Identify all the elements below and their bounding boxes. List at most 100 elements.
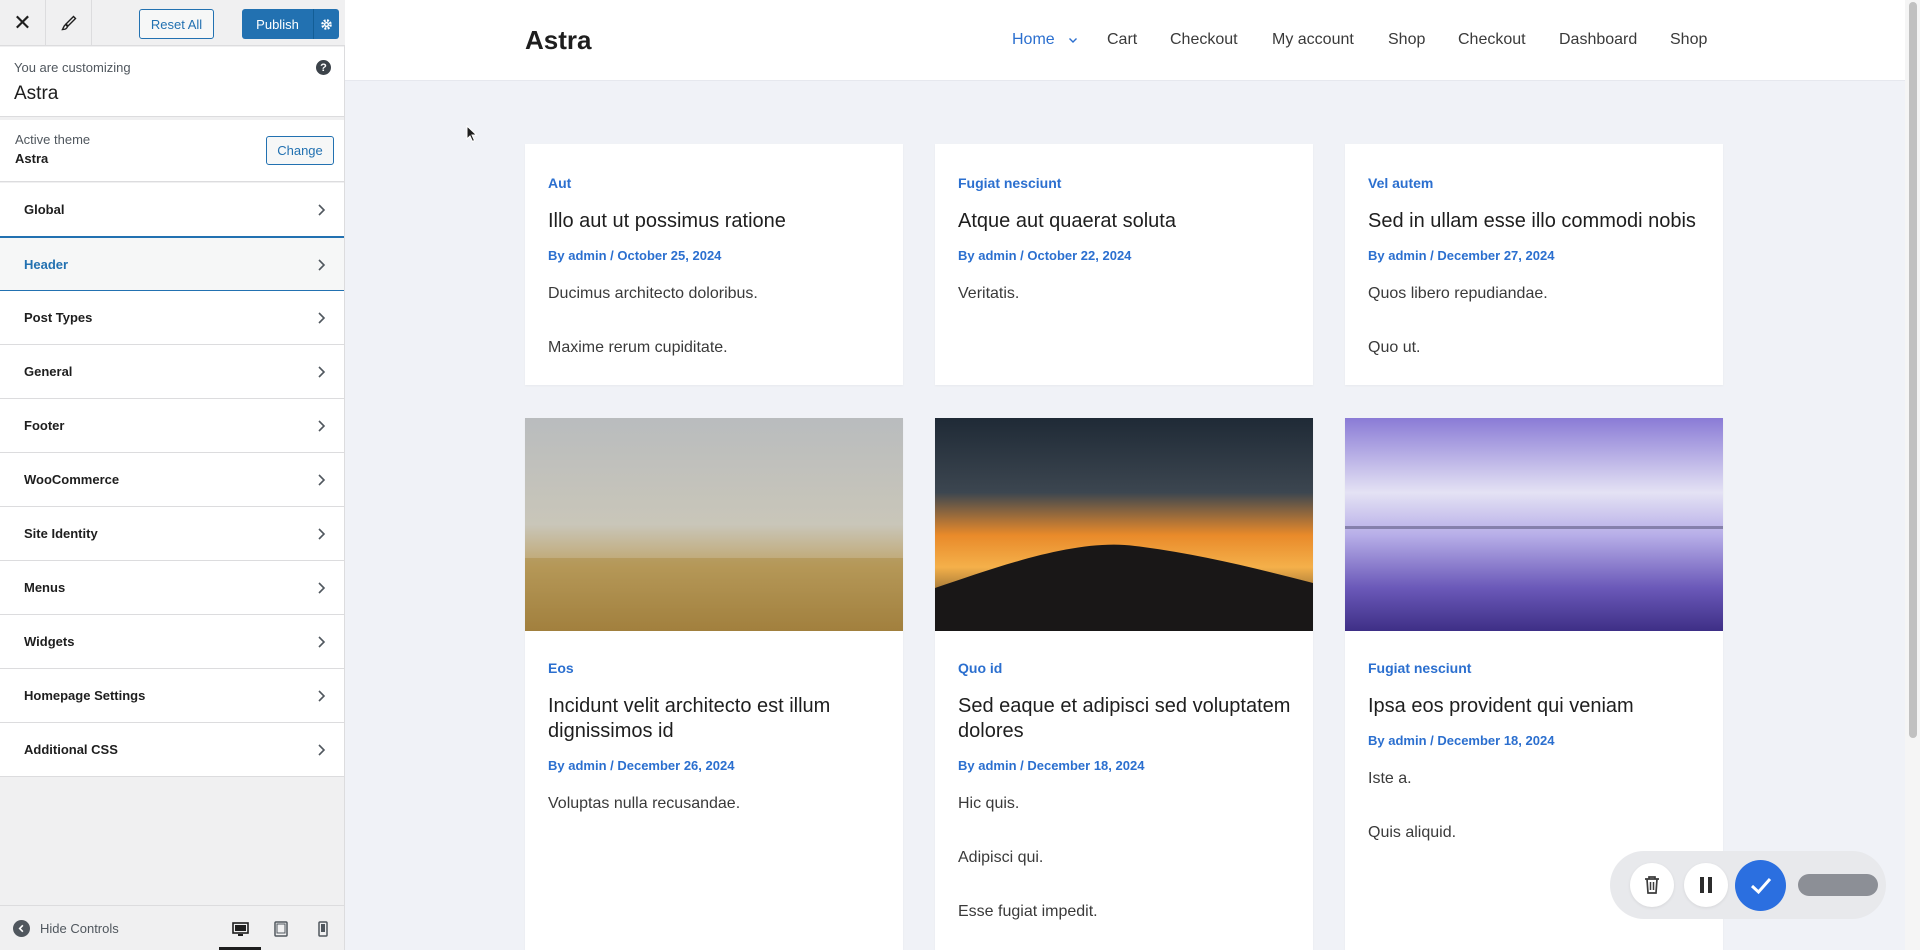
finish-recording-button[interactable] [1735, 860, 1786, 911]
post-excerpt: Esse fugiat impedit. [958, 903, 1098, 920]
nav-checkout-2[interactable]: Checkout [1458, 31, 1526, 49]
section-label: Footer [24, 418, 65, 433]
chevron-right-icon [318, 636, 326, 648]
help-icon[interactable]: ? [316, 60, 331, 75]
recording-controls [1610, 851, 1886, 919]
hide-controls-button[interactable]: Hide Controls [40, 921, 119, 936]
post-category[interactable]: Vel autem [1368, 175, 1433, 191]
post-thumbnail[interactable] [935, 418, 1313, 631]
preview-scrollbar[interactable] [1905, 0, 1920, 950]
post-excerpt: Maxime rerum cupiditate. [548, 339, 728, 356]
nav-cart[interactable]: Cart [1107, 31, 1137, 49]
post-meta[interactable]: By admin / October 22, 2024 [958, 248, 1131, 263]
nav-home[interactable]: Home [1012, 31, 1079, 49]
active-theme-name: Astra [15, 151, 49, 166]
chevron-right-icon [318, 744, 326, 756]
post-excerpt: Iste a. [1368, 770, 1412, 787]
section-general[interactable]: General [0, 345, 344, 399]
post-title[interactable]: Atque aut quaerat soluta [958, 209, 1298, 234]
post-meta[interactable]: By admin / December 18, 2024 [1368, 733, 1554, 748]
chevron-right-icon [318, 528, 326, 540]
section-additional-css[interactable]: Additional CSS [0, 723, 344, 777]
section-label: General [24, 364, 73, 379]
post-card: Fugiat nesciunt Atque aut quaerat soluta… [935, 144, 1313, 385]
site-title[interactable]: Astra [525, 25, 591, 56]
section-label: Site Identity [24, 526, 98, 541]
close-icon: ✕ [13, 10, 32, 35]
post-excerpt: Quos libero repudiandae. [1368, 285, 1548, 302]
publish-settings-button[interactable] [313, 9, 339, 39]
post-title[interactable]: Incidunt velit architecto est illum dign… [548, 694, 888, 744]
post-excerpt: Ducimus architecto doloribus. [548, 285, 758, 302]
post-excerpt: Veritatis. [958, 285, 1020, 302]
post-meta[interactable]: By admin / December 26, 2024 [548, 758, 734, 773]
section-menus[interactable]: Menus [0, 561, 344, 615]
post-thumbnail[interactable] [525, 418, 903, 631]
post-category[interactable]: Fugiat nesciunt [958, 175, 1061, 191]
section-woocommerce[interactable]: WooCommerce [0, 453, 344, 507]
nav-checkout[interactable]: Checkout [1170, 31, 1238, 49]
delete-recording-button[interactable] [1630, 863, 1674, 907]
theme-styles-button[interactable] [46, 0, 92, 46]
post-card: Aut Illo aut ut possimus ratione By admi… [525, 144, 903, 385]
chevron-down-icon [1069, 37, 1078, 43]
change-theme-button[interactable]: Change [266, 136, 334, 165]
section-label: WooCommerce [24, 472, 120, 487]
post-card: Quo id Sed eaque et adipisci sed volupta… [935, 418, 1313, 950]
nav-shop-2[interactable]: Shop [1670, 31, 1707, 49]
section-header[interactable]: Header [0, 237, 344, 291]
post-category[interactable]: Eos [548, 660, 574, 676]
section-widgets[interactable]: Widgets [0, 615, 344, 669]
section-label: Post Types [24, 310, 93, 325]
site-preview: Astra Home Cart Checkout My account Shop… [345, 0, 1920, 950]
section-site-identity[interactable]: Site Identity [0, 507, 344, 561]
nav-my-account[interactable]: My account [1272, 31, 1354, 49]
section-footer[interactable]: Footer [0, 399, 344, 453]
post-title[interactable]: Illo aut ut possimus ratione [548, 209, 888, 234]
pause-icon [1700, 877, 1712, 893]
tablet-preview-button[interactable] [270, 918, 292, 940]
post-category[interactable]: Quo id [958, 660, 1002, 676]
close-button[interactable]: ✕ [0, 0, 46, 46]
chevron-right-icon [318, 474, 326, 486]
section-global[interactable]: Global [0, 183, 344, 237]
section-homepage-settings[interactable]: Homepage Settings [0, 669, 344, 723]
section-label: Widgets [24, 634, 75, 649]
publish-button[interactable]: Publish [242, 9, 313, 39]
reset-all-button[interactable]: Reset All [139, 9, 214, 39]
post-meta[interactable]: By admin / October 25, 2024 [548, 248, 721, 263]
chevron-right-icon [318, 312, 326, 324]
nav-dashboard[interactable]: Dashboard [1559, 31, 1637, 49]
post-category[interactable]: Aut [548, 175, 571, 191]
post-category[interactable]: Fugiat nesciunt [1368, 660, 1471, 676]
mobile-preview-button[interactable] [312, 918, 334, 940]
section-label: Header [24, 257, 69, 272]
section-post-types[interactable]: Post Types [0, 291, 344, 345]
post-thumbnail[interactable] [1345, 418, 1723, 631]
post-excerpt: Quis aliquid. [1368, 824, 1457, 841]
nav-label: Home [1012, 31, 1055, 48]
post-excerpt: Quo ut. [1368, 339, 1421, 356]
section-label: Menus [24, 580, 66, 595]
section-label: Homepage Settings [24, 688, 146, 703]
post-meta[interactable]: By admin / December 18, 2024 [958, 758, 1144, 773]
post-meta[interactable]: By admin / December 27, 2024 [1368, 248, 1554, 263]
active-theme-label: Active theme [15, 132, 91, 147]
post-excerpt: Hic quis. [958, 795, 1020, 812]
tablet-icon [274, 921, 288, 937]
customizing-label: You are customizing [14, 60, 131, 75]
arrow-left-icon [18, 924, 24, 933]
post-excerpt: Adipisci qui. [958, 849, 1044, 866]
post-title[interactable]: Sed eaque et adipisci sed voluptatem dol… [958, 694, 1298, 744]
customizer-topbar: ✕ Reset All Publish [0, 0, 345, 46]
post-card: Eos Incidunt velit architecto est illum … [525, 418, 903, 950]
post-title[interactable]: Sed in ullam esse illo commodi nobis [1368, 209, 1708, 234]
hide-controls-icon[interactable] [13, 920, 30, 937]
active-theme-panel: Active theme Astra Change [0, 120, 344, 182]
desktop-preview-button[interactable] [229, 918, 251, 940]
scrollbar-thumb[interactable] [1909, 2, 1917, 738]
post-title[interactable]: Ipsa eos provident qui veniam [1368, 694, 1708, 719]
nav-shop[interactable]: Shop [1388, 31, 1425, 49]
chevron-right-icon [318, 690, 326, 702]
pause-recording-button[interactable] [1684, 863, 1728, 907]
